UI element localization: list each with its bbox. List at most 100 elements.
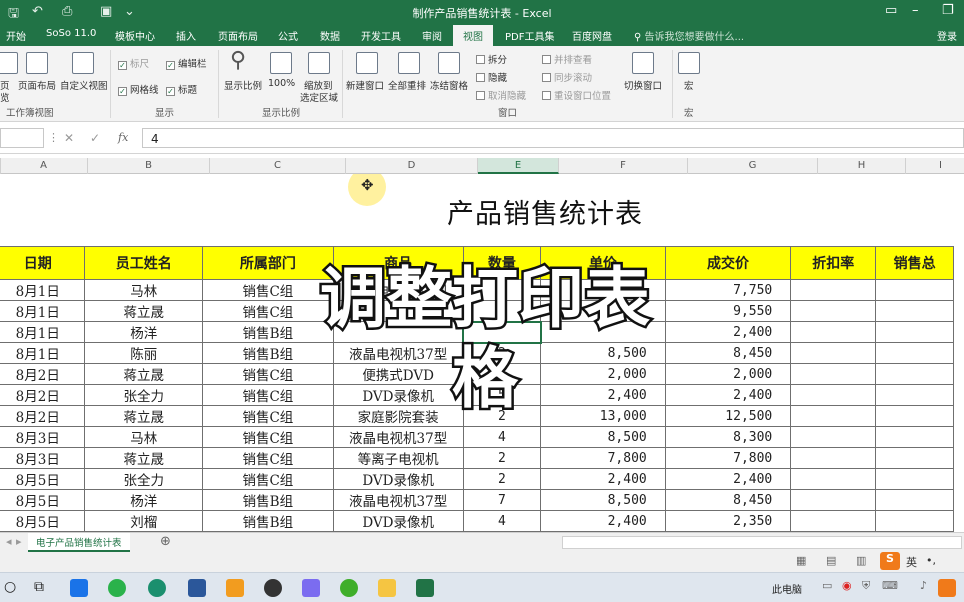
cell-product[interactable]: 液晶电视机37型: [332, 489, 464, 511]
cell-date[interactable]: 8月5日: [0, 489, 86, 511]
cell-employee[interactable]: 马林: [84, 426, 204, 448]
cell-quantity[interactable]: 2: [462, 447, 542, 469]
cell-department[interactable]: 销售C组: [202, 468, 334, 490]
hide-button[interactable]: 隐藏: [476, 70, 507, 84]
column-header-c[interactable]: C: [210, 158, 346, 174]
cell-date[interactable]: 8月1日: [0, 279, 86, 301]
column-header-f[interactable]: F: [559, 158, 688, 174]
cell-date[interactable]: 8月3日: [0, 447, 86, 469]
cell-department[interactable]: 销售B组: [202, 489, 334, 511]
cell-discount[interactable]: [790, 447, 877, 469]
cell-deal-price[interactable]: 2,400: [664, 468, 792, 490]
cell-deal-price[interactable]: 9,550: [664, 300, 792, 322]
cell-sales-total[interactable]: [875, 489, 954, 511]
header-date[interactable]: 日期: [0, 246, 86, 280]
sync-scroll-button[interactable]: 同步滚动: [542, 70, 592, 84]
tab-formulas[interactable]: 公式: [278, 28, 298, 43]
cell-date[interactable]: 8月3日: [0, 426, 86, 448]
gridlines-checkbox[interactable]: ✓ 网格线: [118, 82, 159, 96]
cell-sales-total[interactable]: [875, 510, 954, 532]
cell-department[interactable]: 销售C组: [202, 426, 334, 448]
app-circle-icon[interactable]: [148, 579, 166, 597]
tab-view[interactable]: 视图: [453, 25, 493, 46]
unhide-button[interactable]: 取消隐藏: [476, 88, 526, 102]
cell-sales-total[interactable]: [875, 279, 954, 301]
wechat-icon[interactable]: [108, 579, 126, 597]
speaker-icon[interactable]: ♪: [920, 579, 927, 592]
cell-date[interactable]: 8月5日: [0, 510, 86, 532]
cell-discount[interactable]: [790, 384, 877, 406]
app-folder-icon[interactable]: [226, 579, 244, 597]
cell-sales-total[interactable]: [875, 321, 954, 343]
cell-discount[interactable]: [790, 342, 877, 364]
cell-deal-price[interactable]: 8,450: [664, 342, 792, 364]
cell-employee[interactable]: 张全力: [84, 384, 204, 406]
cell-discount[interactable]: [790, 300, 877, 322]
column-header-g[interactable]: G: [688, 158, 818, 174]
scroll-left-icon[interactable]: ◂: [6, 535, 12, 548]
cell-product[interactable]: DVD录像机: [332, 468, 464, 490]
headings-checkbox[interactable]: ✓ 标题: [166, 82, 197, 96]
sogou-tray-icon[interactable]: [938, 579, 956, 597]
shield-icon[interactable]: ⛨: [862, 579, 870, 593]
ime-language[interactable]: 英: [906, 554, 917, 570]
cell-product[interactable]: 液晶电视机37型: [332, 426, 464, 448]
punctuation-icon[interactable]: •,: [926, 554, 936, 567]
word-icon[interactable]: [188, 579, 206, 597]
new-window-button[interactable]: 新建窗口: [346, 78, 384, 92]
enter-icon[interactable]: ✓: [90, 131, 100, 145]
search-icon[interactable]: ○: [4, 579, 16, 595]
freeze-panes-button[interactable]: 冻结窗格: [430, 78, 468, 92]
cell-quantity[interactable]: 4: [462, 510, 542, 532]
formula-bar-checkbox[interactable]: ✓ 编辑栏: [166, 56, 207, 70]
cell-sales-total[interactable]: [875, 384, 954, 406]
zoom-100-button[interactable]: 100%: [268, 78, 295, 89]
keyboard-icon[interactable]: ⌨: [882, 579, 898, 592]
column-header-h[interactable]: H: [818, 158, 906, 174]
normal-view-status-icon[interactable]: ▦: [796, 554, 806, 567]
cell-sales-total[interactable]: [875, 447, 954, 469]
ribbon-display-icon[interactable]: ▭: [885, 3, 897, 18]
cell-date[interactable]: 8月2日: [0, 384, 86, 406]
scroll-right-icon[interactable]: ▸: [16, 535, 22, 548]
cell-deal-price[interactable]: 2,000: [664, 363, 792, 385]
horizontal-scrollbar[interactable]: [562, 536, 962, 549]
zoom-button[interactable]: 显示比例: [224, 78, 262, 92]
cell-discount[interactable]: [790, 510, 877, 532]
tab-developer[interactable]: 开发工具: [361, 28, 401, 43]
browser-icon[interactable]: [340, 579, 358, 597]
cell-unit-price[interactable]: 7,800: [540, 447, 666, 469]
worksheet[interactable]: 产品销售统计表 ✥ 日期 员工姓名 所属部门 商品 数量 单价 成交价 折扣率 …: [0, 174, 964, 532]
cell-deal-price[interactable]: 2,400: [664, 321, 792, 343]
cell-discount[interactable]: [790, 426, 877, 448]
cell-unit-price[interactable]: 2,400: [540, 468, 666, 490]
switch-windows-button[interactable]: 切换窗口: [624, 78, 662, 92]
cell-sales-total[interactable]: [875, 363, 954, 385]
cell-date[interactable]: 8月2日: [0, 363, 86, 385]
insert-function-icon[interactable]: fx: [118, 131, 128, 144]
cell-sales-total[interactable]: [875, 405, 954, 427]
column-header-e[interactable]: E: [478, 158, 559, 174]
header-deal-price[interactable]: 成交价: [664, 246, 792, 280]
header-employee[interactable]: 员工姓名: [84, 246, 204, 280]
cell-product[interactable]: DVD录像机: [332, 510, 464, 532]
cell-unit-price[interactable]: 8,500: [540, 426, 666, 448]
cell-discount[interactable]: [790, 468, 877, 490]
cell-date[interactable]: 8月1日: [0, 342, 86, 364]
excel-icon[interactable]: [416, 579, 434, 597]
cell-quantity[interactable]: 7: [462, 489, 542, 511]
tab-soso[interactable]: SoSo 11.0: [46, 28, 96, 39]
cell-department[interactable]: 销售B组: [202, 510, 334, 532]
cell-deal-price[interactable]: 2,400: [664, 384, 792, 406]
cell-date[interactable]: 8月5日: [0, 468, 86, 490]
cell-quantity[interactable]: 2: [462, 468, 542, 490]
this-pc-label[interactable]: 此电脑: [772, 581, 802, 596]
store-icon[interactable]: [70, 579, 88, 597]
tab-review[interactable]: 审阅: [422, 28, 442, 43]
column-header-b[interactable]: B: [88, 158, 210, 174]
cell-department[interactable]: 销售C组: [202, 447, 334, 469]
cell-sales-total[interactable]: [875, 300, 954, 322]
cell-quantity[interactable]: 4: [462, 426, 542, 448]
cell-discount[interactable]: [790, 489, 877, 511]
cell-employee[interactable]: 蒋立晟: [84, 300, 204, 322]
